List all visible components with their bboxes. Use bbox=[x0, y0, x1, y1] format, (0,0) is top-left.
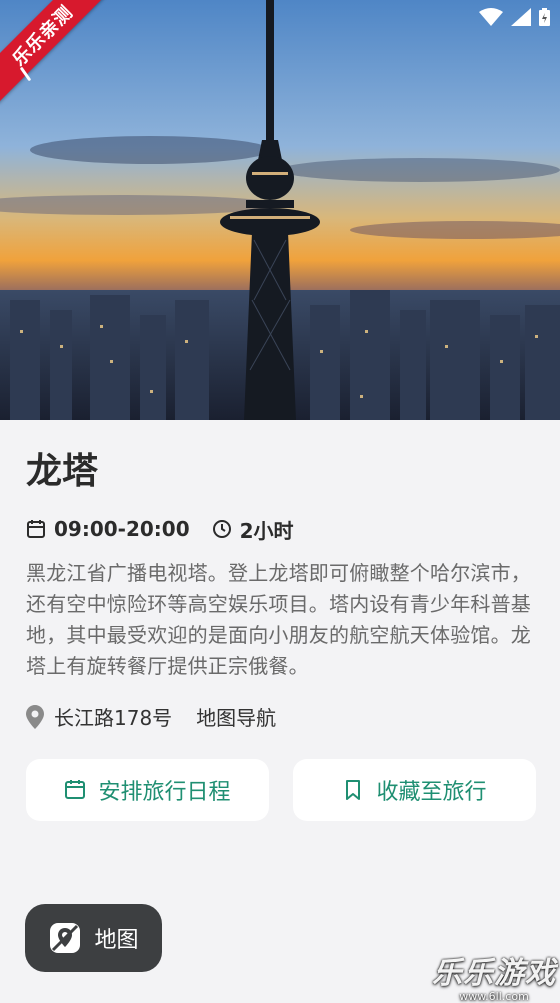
calendar-icon bbox=[64, 779, 86, 801]
signal-icon bbox=[511, 8, 531, 26]
map-button-label: 地图 bbox=[94, 928, 139, 953]
page-title: 龙塔 bbox=[26, 451, 99, 492]
schedule-trip-label: 安排旅行日程 bbox=[98, 780, 231, 805]
visit-duration: 2小时 bbox=[212, 515, 294, 544]
duration-text: 2小时 bbox=[239, 518, 294, 543]
meta-row: 09:00-20:00 2小时 bbox=[26, 514, 536, 544]
save-to-trip-label: 收藏至旅行 bbox=[376, 780, 487, 805]
battery-icon bbox=[539, 8, 550, 26]
location-row: 长江路178号 地图导航 bbox=[26, 702, 536, 731]
watermark: 乐乐游戏 www.6ll.com bbox=[432, 948, 556, 1003]
calendar-icon bbox=[26, 519, 46, 539]
opening-hours: 09:00-20:00 bbox=[26, 517, 190, 541]
map-button[interactable]: 地图 bbox=[25, 904, 162, 972]
location-pin-icon bbox=[26, 704, 44, 729]
hours-text: 09:00-20:00 bbox=[54, 517, 190, 541]
description: 黑龙江省广播电视塔。登上龙塔即可俯瞰整个哈尔滨市，还有空中惊险环等高空娱乐项目。… bbox=[26, 561, 531, 678]
wifi-icon bbox=[479, 8, 503, 26]
map-navigation-link[interactable]: 地图导航 bbox=[196, 702, 276, 731]
action-buttons: 安排旅行日程 收藏至旅行 bbox=[26, 759, 536, 821]
hero-image: 乐乐亲测 bbox=[0, 0, 560, 420]
map-off-icon bbox=[48, 921, 82, 955]
address-text: 长江路178号 bbox=[54, 706, 173, 730]
schedule-trip-button[interactable]: 安排旅行日程 bbox=[26, 759, 269, 821]
tower-photo bbox=[0, 0, 560, 420]
watermark-text: 乐乐游戏 bbox=[432, 956, 556, 991]
attraction-details: 龙塔 09:00-20:00 2小时 黑龙江省广播电视塔。登上龙塔即可俯瞰整个哈… bbox=[26, 420, 536, 821]
status-bar bbox=[479, 8, 550, 26]
bookmark-icon bbox=[342, 779, 364, 801]
clock-icon bbox=[212, 519, 232, 539]
save-to-trip-button[interactable]: 收藏至旅行 bbox=[293, 759, 536, 821]
